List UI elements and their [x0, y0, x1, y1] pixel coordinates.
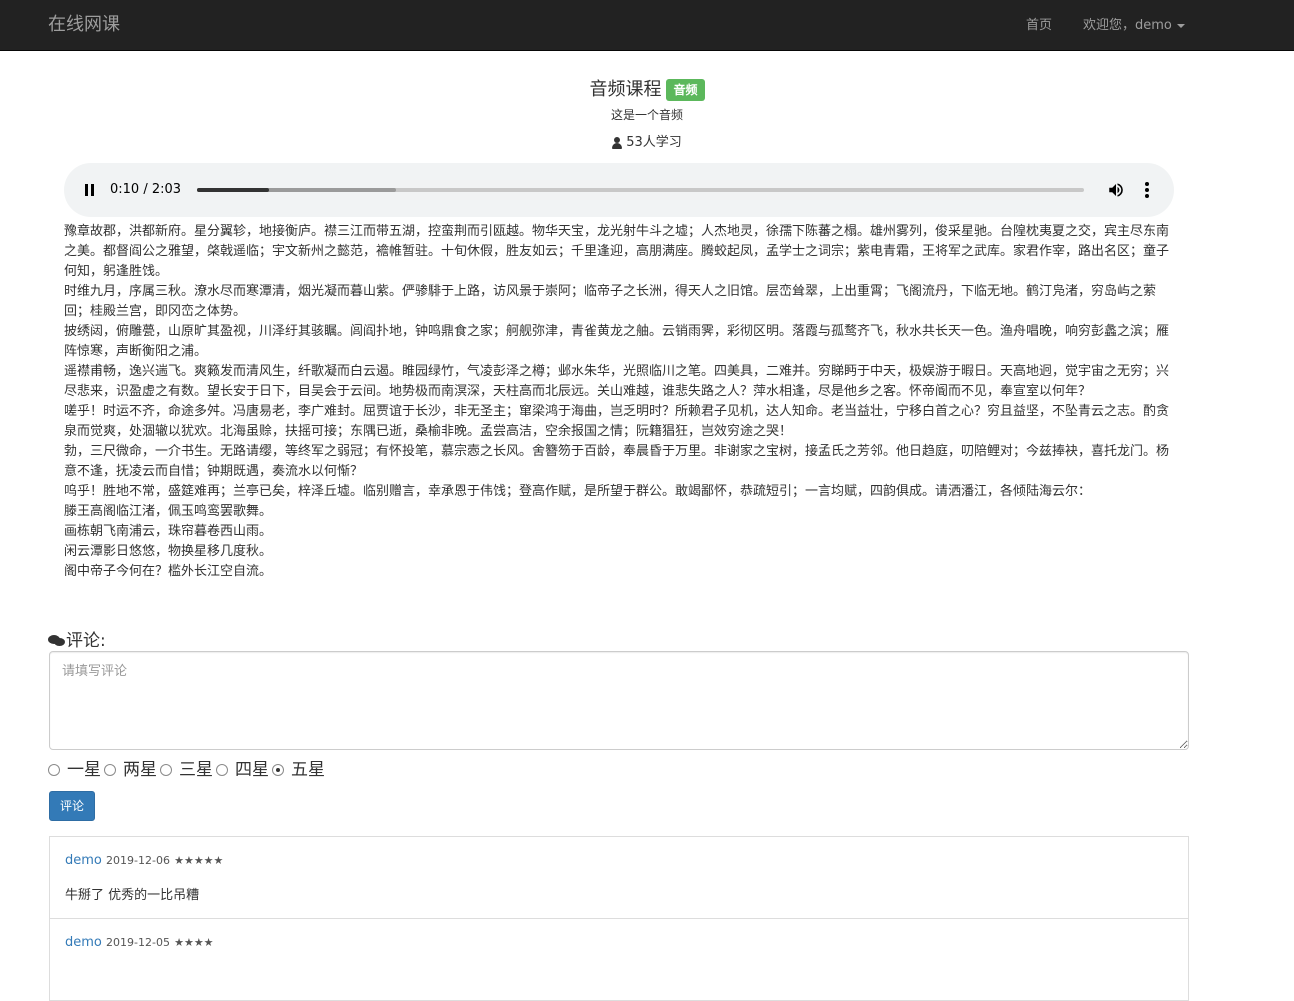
user-menu-label: 欢迎您，demo — [1083, 18, 1172, 33]
comment-date: 2019-12-06 — [106, 854, 170, 867]
content-paragraph: 披绣闼，俯雕甍，山原旷其盈视，川泽纡其骇瞩。闾阎扑地，钟鸣鼎食之家；舸舰弥津，青… — [64, 324, 1170, 359]
rating-option[interactable]: 五星 — [272, 759, 325, 781]
content-paragraph: 阁中帝子今何在？槛外长江空自流。 — [64, 564, 273, 579]
comment-input[interactable] — [49, 651, 1189, 750]
content-paragraph: 豫章故郡，洪都新府。星分翼轸，地接衡庐。襟三江而带五湖，控蛮荆而引瓯越。物华天宝… — [64, 224, 1170, 279]
course-content: 豫章故郡，洪都新府。星分翼轸，地接衡庐。襟三江而带五湖，控蛮荆而引瓯越。物华天宝… — [64, 222, 1176, 582]
comment-meta: demo 2019-12-06 ★★★★★ — [65, 852, 1173, 870]
rating-label: 一星 — [67, 760, 101, 780]
rating-radio[interactable] — [104, 764, 116, 776]
rating-group: 一星 两星 三星 四星 五星 — [48, 759, 328, 781]
comment-item: demo 2019-12-06 ★★★★★ 牛掰了 优秀的一比吊糟 — [49, 836, 1189, 919]
learner-count-text: 53人学习 — [626, 135, 682, 150]
content-paragraph: 呜乎！胜地不常，盛筵难再；兰亭已矣，梓泽丘墟。临别赠言，幸承恩于伟饯；登高作赋，… — [64, 484, 1092, 499]
comment-label-text: 评论: — [66, 631, 106, 651]
volume-icon — [1109, 183, 1123, 197]
content-paragraph: 滕王高阁临江渚，佩玉鸣鸾罢歌舞。 — [64, 504, 273, 519]
comments-icon — [48, 634, 65, 648]
learner-count: 53人学习 — [612, 134, 682, 152]
more-options-button[interactable] — [1143, 181, 1151, 199]
course-title: 音频课程 — [589, 79, 662, 100]
rating-option[interactable]: 一星 — [48, 759, 101, 781]
rating-option[interactable]: 两星 — [104, 759, 157, 781]
course-type-badge: 音频 — [666, 79, 705, 101]
course-title-row: 音频课程 音频 — [589, 78, 705, 102]
comment-text: 牛掰了 优秀的一比吊糟 — [65, 888, 200, 903]
content-paragraph: 时维九月，序属三秋。潦水尽而寒潭清，烟光凝而暮山紫。俨骖騑于上路，访风景于崇阿；… — [64, 284, 1157, 319]
caret-down-icon — [1176, 23, 1185, 28]
rating-radio[interactable] — [160, 764, 172, 776]
content-paragraph: 闲云潭影日悠悠，物换星移几度秋。 — [64, 544, 273, 559]
rating-label: 四星 — [235, 760, 269, 780]
rating-radio[interactable] — [48, 764, 60, 776]
content-paragraph: 画栋朝飞南浦云，珠帘暮卷西山雨。 — [64, 524, 273, 539]
comment-meta: demo 2019-12-05 ★★★★ — [65, 934, 1173, 952]
pause-button[interactable] — [82, 182, 98, 198]
rating-label: 两星 — [123, 760, 157, 780]
volume-button[interactable] — [1107, 181, 1125, 199]
rating-radio[interactable] — [216, 764, 228, 776]
comment-label: 评论: — [48, 630, 106, 652]
rating-label: 五星 — [291, 760, 325, 780]
rating-option[interactable]: 四星 — [216, 759, 269, 781]
content-paragraph: 遥襟甫畅，逸兴遄飞。爽籁发而清风生，纤歌凝而白云遏。睢园绿竹，气凌彭泽之樽；邺水… — [64, 364, 1170, 399]
brand-link[interactable]: 在线网课 — [48, 13, 120, 37]
rating-option[interactable]: 三星 — [160, 759, 213, 781]
content-paragraph: 勃，三尺微命，一介书生。无路请缨，等终军之弱冠；有怀投笔，慕宗悫之长风。舍簪笏于… — [64, 444, 1170, 479]
comment-list: demo 2019-12-06 ★★★★★ 牛掰了 优秀的一比吊糟 demo 201… — [49, 836, 1189, 1001]
comment-date: 2019-12-05 — [106, 936, 170, 949]
course-description: 这是一个音频 — [610, 108, 683, 122]
audio-player: 0:10 / 2:03 — [64, 163, 1174, 217]
time-display: 0:10 / 2:03 — [110, 182, 182, 197]
user-icon — [612, 137, 623, 149]
user-menu-dropdown[interactable]: 欢迎您，demo — [1083, 17, 1185, 35]
comment-stars: ★★★★★ — [174, 854, 224, 867]
submit-comment-button[interactable]: 评论 — [49, 791, 95, 821]
content-paragraph: 嗟乎！时运不齐，命途多舛。冯唐易老，李广难封。屈贾谊于长沙，非无圣主；窜梁鸿于海… — [64, 404, 1170, 439]
navbar: 在线网课 首页 欢迎您，demo — [0, 0, 1294, 51]
comment-user-link[interactable]: demo — [65, 853, 102, 868]
comment-stars: ★★★★ — [174, 936, 214, 949]
nav-home-link[interactable]: 首页 — [1026, 17, 1052, 35]
comment-user-link[interactable]: demo — [65, 935, 102, 950]
progress-bar — [197, 188, 270, 192]
comment-item: demo 2019-12-05 ★★★★ — [49, 918, 1189, 1001]
seek-bar[interactable] — [197, 188, 1084, 192]
rating-radio[interactable] — [272, 764, 284, 776]
rating-label: 三星 — [179, 760, 213, 780]
course-header: 音频课程 音频 这是一个音频 53人学习 — [0, 78, 1294, 153]
